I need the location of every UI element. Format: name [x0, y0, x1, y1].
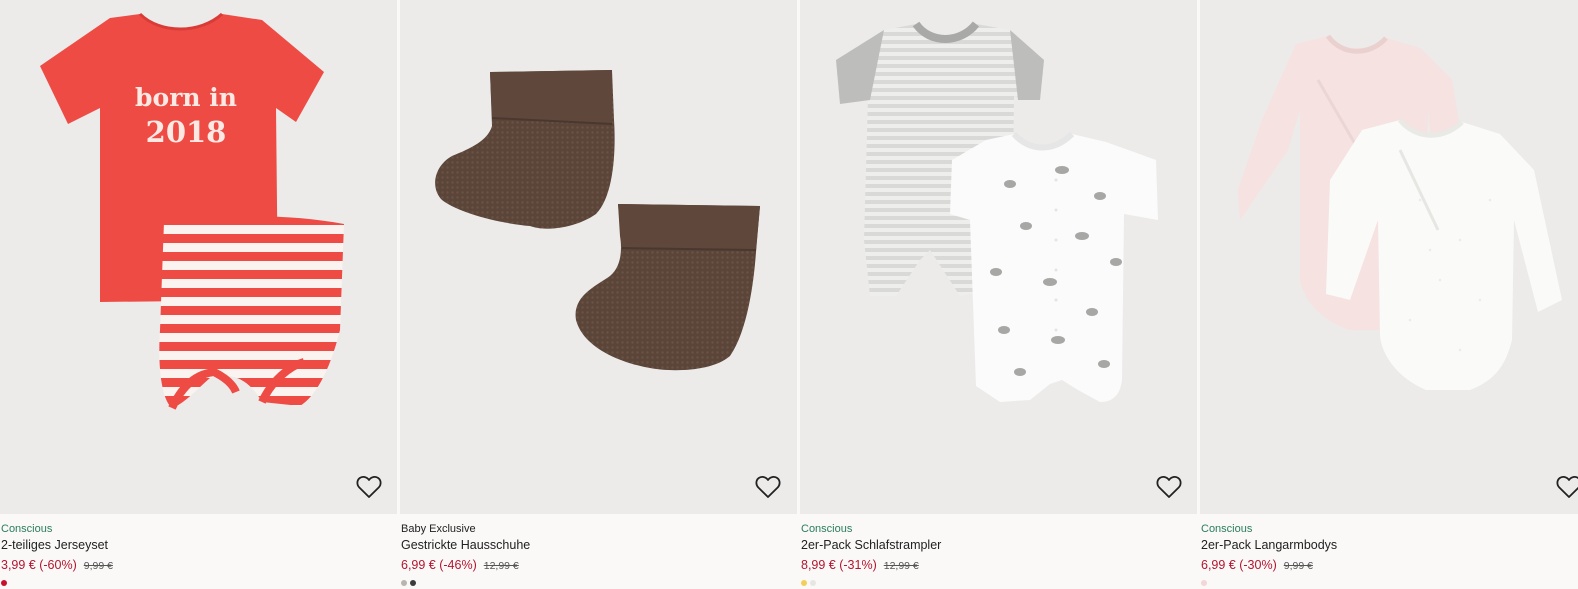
product-card[interactable]: Conscious 2er-Pack Schlafstrampler 8,99 … [800, 0, 1197, 589]
product-card[interactable]: born in 2018 Conscious 2-teiliges Jersey… [0, 0, 397, 589]
color-swatch[interactable] [801, 580, 807, 586]
product-info: Conscious 2-teiliges Jerseyset 3,99 € (-… [0, 514, 397, 589]
original-price: 9,99 € [83, 560, 113, 572]
product-card[interactable]: Baby Exclusive Gestrickte Hausschuhe 6,9… [400, 0, 797, 589]
color-swatches [1, 580, 10, 586]
color-swatch[interactable] [810, 580, 816, 586]
product-price-row: 8,99 € (-31%) 12,99 € [801, 558, 919, 573]
color-swatch[interactable] [401, 580, 407, 586]
product-brand-label: Conscious [1201, 523, 1253, 535]
product-title-link[interactable]: 2-teiliges Jerseyset [1, 538, 108, 552]
sale-price: 8,99 € (-31%) [801, 558, 877, 572]
product-image[interactable] [800, 0, 1197, 514]
sale-price: 6,99 € (-30%) [1201, 558, 1277, 572]
original-price: 12,99 € [883, 560, 919, 572]
sale-price: 3,99 € (-60%) [1, 558, 77, 572]
color-swatch[interactable] [1, 580, 7, 586]
color-swatches [1201, 580, 1210, 586]
product-price-row: 6,99 € (-30%) 9,99 € [1201, 558, 1313, 573]
product-info: Conscious 2er-Pack Langarmbodys 6,99 € (… [1200, 514, 1578, 589]
color-swatch[interactable] [1201, 580, 1207, 586]
color-swatch[interactable] [410, 580, 416, 586]
shirt-print-line-2: 2018 [146, 115, 227, 149]
favorite-heart-icon[interactable] [356, 475, 382, 499]
product-info: Baby Exclusive Gestrickte Hausschuhe 6,9… [400, 514, 797, 589]
original-price: 9,99 € [1283, 560, 1313, 572]
product-image[interactable] [1200, 0, 1578, 514]
color-swatches [401, 580, 419, 586]
product-image[interactable]: born in 2018 [0, 0, 397, 514]
original-price: 12,99 € [483, 560, 519, 572]
product-info: Conscious 2er-Pack Schlafstrampler 8,99 … [800, 514, 1197, 589]
sleep-rompers-image [836, 21, 1158, 402]
color-swatches [801, 580, 819, 586]
knitted-booties-image [435, 70, 760, 371]
long-sleeve-bodysuits-image [1238, 34, 1562, 390]
product-brand-label: Conscious [1, 523, 53, 535]
shirt-print-line-1: born in [135, 83, 237, 112]
product-image[interactable] [400, 0, 797, 514]
favorite-heart-icon[interactable] [755, 475, 781, 499]
product-price-row: 6,99 € (-46%) 12,99 € [401, 558, 519, 573]
product-price-row: 3,99 € (-60%) 9,99 € [1, 558, 113, 573]
favorite-heart-icon[interactable] [1556, 475, 1578, 499]
favorite-heart-icon[interactable] [1156, 475, 1182, 499]
product-title-link[interactable]: 2er-Pack Langarmbodys [1201, 538, 1337, 552]
product-brand-label: Conscious [801, 523, 853, 535]
product-card[interactable]: Conscious 2er-Pack Langarmbodys 6,99 € (… [1200, 0, 1578, 589]
product-brand-label: Baby Exclusive [401, 523, 476, 535]
product-title-link[interactable]: 2er-Pack Schlafstrampler [801, 538, 941, 552]
baby-shirt-and-shorts-image: born in 2018 [40, 12, 344, 410]
product-title-link[interactable]: Gestrickte Hausschuhe [401, 538, 530, 552]
product-grid: born in 2018 Conscious 2-teiliges Jersey… [0, 0, 1578, 589]
sale-price: 6,99 € (-46%) [401, 558, 477, 572]
